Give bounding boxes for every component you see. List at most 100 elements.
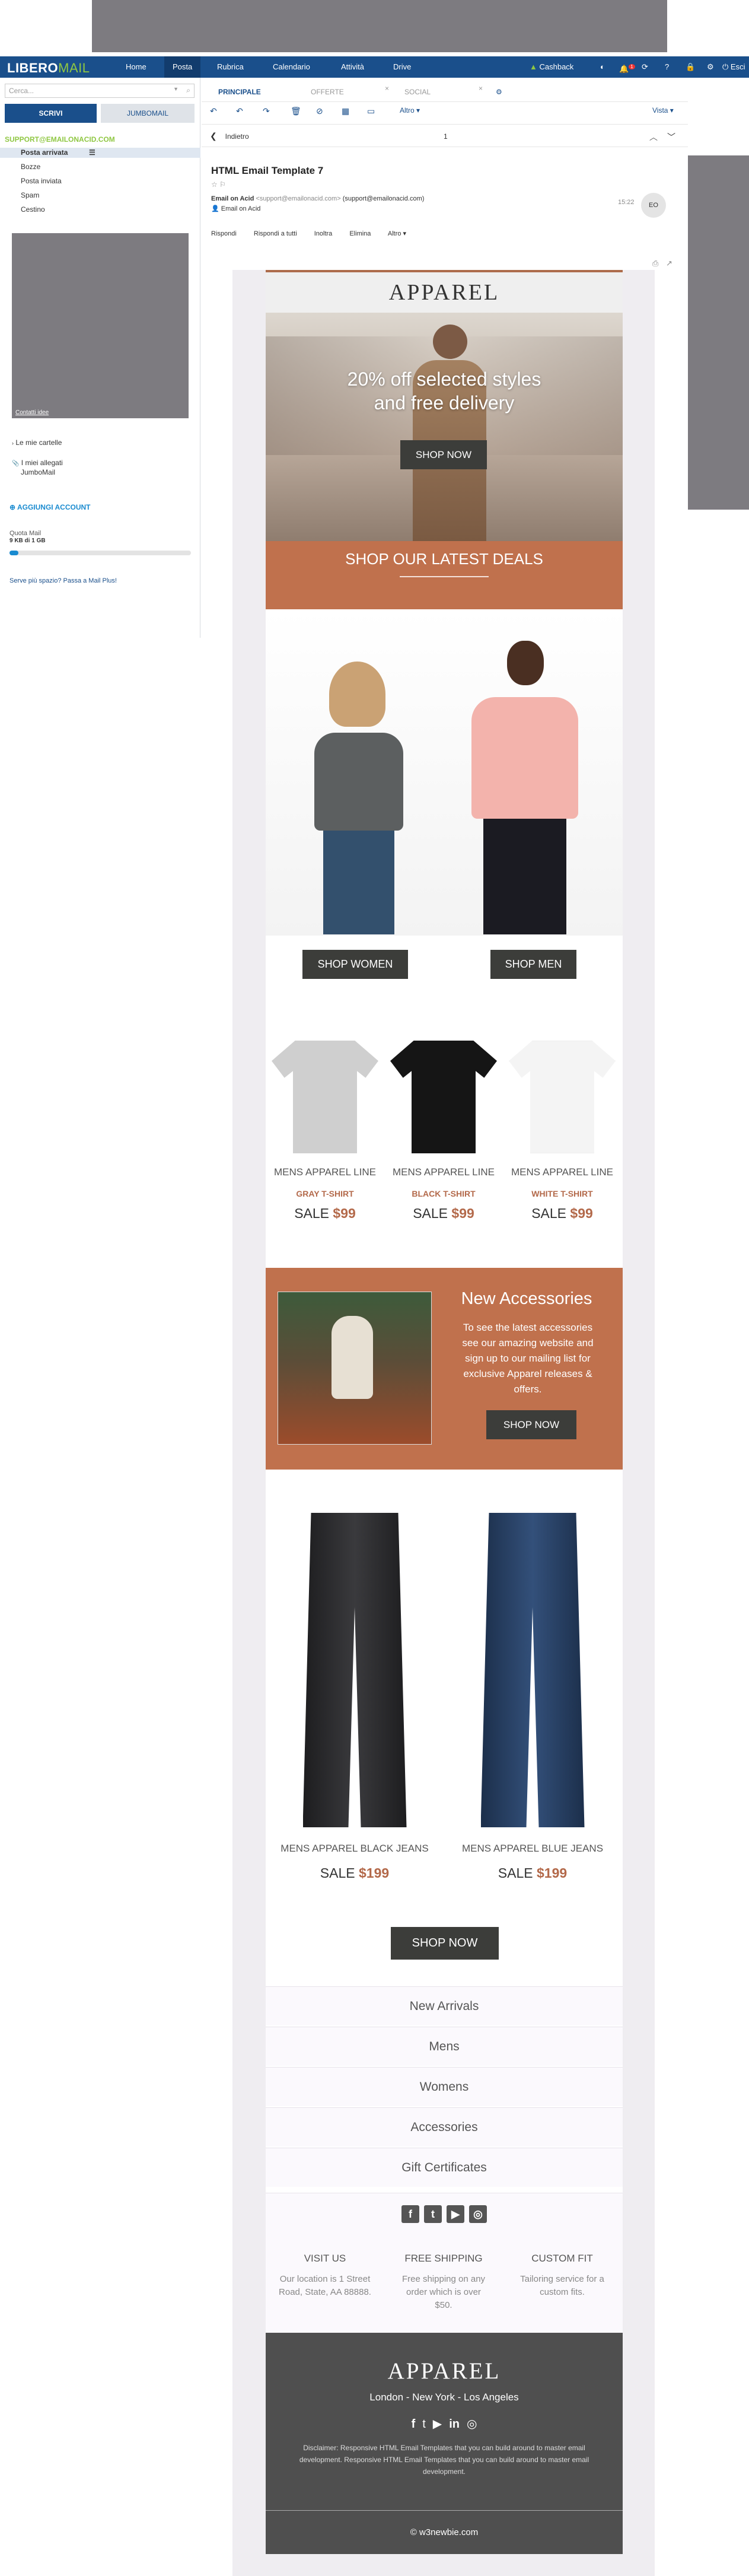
vista-menu[interactable]: Vista ▾ — [652, 106, 674, 115]
deals-banner[interactable]: SHOP OUR LATEST DEALS — [266, 541, 623, 609]
spam-icon[interactable]: ⊘ — [316, 106, 327, 117]
folder-trash[interactable]: Cestino — [0, 205, 200, 215]
instagram-icon[interactable]: ◎ — [467, 2418, 477, 2431]
altro-menu[interactable]: Altro ▾ — [400, 106, 420, 115]
product-card[interactable]: MENS APPAREL BLUE JEANS SALE $199 — [444, 1513, 621, 1881]
calendar-icon[interactable]: ▦ — [342, 106, 352, 117]
accessories-image[interactable] — [278, 1292, 432, 1445]
instagram-icon[interactable]: ◎ — [469, 2205, 487, 2223]
close-icon[interactable]: × — [479, 80, 483, 97]
bell-icon[interactable]: 🔔 1 — [619, 56, 635, 78]
lock-icon[interactable]: 🔒 — [686, 56, 695, 78]
linkedin-icon[interactable]: in — [449, 2418, 460, 2431]
jeans-cta-button[interactable]: SHOP NOW — [391, 1927, 499, 1960]
twitter-icon[interactable]: t — [422, 2418, 426, 2431]
folder-drafts[interactable]: Bozze — [0, 162, 200, 172]
compose-button[interactable]: SCRIVI — [5, 104, 97, 123]
nav-drive[interactable]: Drive — [393, 56, 411, 78]
chevron-down-icon[interactable]: ▼ — [173, 86, 179, 92]
trash-icon[interactable]: 🗑 — [291, 106, 301, 117]
folder-inbox[interactable]: Posta arrivata ☰ — [0, 148, 200, 158]
white-tshirt-image[interactable] — [509, 1041, 616, 1153]
product-line: MENS APPAREL LINE — [511, 1166, 613, 1178]
my-attachments[interactable]: 📎 I miei allegati — [0, 458, 200, 468]
account-label[interactable]: SUPPORT@EMAILONACID.COM — [5, 135, 115, 144]
sidebar-ad[interactable]: Contatti idee — [12, 233, 189, 418]
tab-social[interactable]: SOCIAL × — [396, 84, 485, 100]
product-card[interactable]: MENS APPAREL BLACK JEANS SALE $199 — [266, 1513, 444, 1881]
back-button[interactable]: ❮ Indietro — [210, 131, 249, 141]
youtube-icon[interactable]: ▶ — [447, 2205, 464, 2223]
close-icon[interactable]: × — [385, 80, 389, 97]
print-icon[interactable]: ⎙ — [652, 259, 658, 268]
folder-icon[interactable]: ▭ — [367, 106, 378, 117]
reply-icon[interactable]: ↶ — [210, 106, 221, 117]
black-tshirt-image[interactable] — [390, 1041, 497, 1153]
reply-link[interactable]: Rispondi — [211, 230, 237, 237]
product-card[interactable]: MENS APPAREL LINE GRAY T-SHIRT SALE $99 — [266, 1032, 384, 1222]
my-folders[interactable]: › Le mie cartelle — [0, 438, 200, 448]
model-head — [433, 325, 467, 359]
jumbomail-button[interactable]: JUMBOMAIL — [101, 104, 195, 123]
help-icon[interactable]: ? — [665, 56, 669, 78]
facebook-icon[interactable]: f — [412, 2418, 416, 2431]
reply-all-icon[interactable]: ↶ — [236, 106, 247, 117]
shop-men-button[interactable]: SHOP MEN — [490, 950, 576, 979]
twitter-icon[interactable]: t — [424, 2205, 442, 2223]
gray-tshirt-image[interactable] — [272, 1041, 378, 1153]
folder-sent[interactable]: Posta inviata — [0, 176, 200, 186]
man-model-image[interactable] — [468, 641, 581, 934]
product-name: BLACK T-SHIRT — [412, 1189, 476, 1198]
link-mens[interactable]: Mens — [266, 2027, 623, 2066]
search-icon[interactable]: ⌕ — [186, 86, 190, 95]
copyright-text[interactable]: © w3newbie.com — [266, 2511, 623, 2555]
star-icon[interactable]: ☆ ⚐ — [211, 180, 226, 189]
nav-home[interactable]: Home — [126, 56, 146, 78]
gear-icon[interactable]: ⚙ — [487, 84, 502, 100]
shop-women-button[interactable]: SHOP WOMEN — [302, 950, 408, 979]
product-card[interactable]: MENS APPAREL LINE BLACK T-SHIRT SALE $99 — [384, 1032, 503, 1222]
external-icon[interactable]: ↗ — [666, 259, 672, 268]
reply-all-link[interactable]: Rispondi a tutti — [254, 230, 297, 237]
delete-link[interactable]: Elimina — [349, 230, 371, 237]
menu-icon[interactable]: ☰ — [89, 148, 95, 158]
brand-logo[interactable]: APPAREL — [266, 272, 623, 313]
youtube-icon[interactable]: ▶ — [433, 2418, 442, 2431]
chevron-up-icon[interactable]: ︿ — [649, 131, 658, 143]
gear-icon[interactable]: ⚙ — [707, 56, 714, 78]
black-jeans-image[interactable] — [302, 1513, 407, 1827]
hero-image[interactable]: 20% off selected styles and free deliver… — [266, 313, 623, 541]
nav-attivita[interactable]: Attività — [341, 56, 364, 78]
link-womens[interactable]: Womens — [266, 2067, 623, 2106]
sender-name[interactable]: Email on Acid — [211, 195, 254, 202]
hero-cta-button[interactable]: SHOP NOW — [400, 440, 487, 469]
chevron-down-icon[interactable]: ﹀ — [667, 131, 675, 143]
add-account-link[interactable]: ⊕ AGGIUNGI ACCOUNT — [9, 503, 91, 511]
cashback-button[interactable]: ▲ Cashback — [530, 56, 573, 78]
search-input[interactable]: Cerca... ⌕ ▼ — [5, 84, 195, 98]
jumbomail-link[interactable]: JumboMail — [0, 468, 200, 478]
nav-calendario[interactable]: Calendario — [273, 56, 310, 78]
upgrade-link[interactable]: Serve più spazio? Passa a Mail Plus! — [9, 577, 117, 584]
tab-principale[interactable]: PRINCIPALE — [210, 84, 299, 100]
tab-offerte[interactable]: OFFERTE × — [302, 84, 391, 100]
folder-spam[interactable]: Spam — [0, 190, 200, 201]
nav-posta[interactable]: Posta — [164, 56, 201, 78]
product-card[interactable]: MENS APPAREL LINE WHITE T-SHIRT SALE $99 — [503, 1032, 621, 1222]
blue-jeans-image[interactable] — [480, 1513, 585, 1827]
nav-rubrica[interactable]: Rubrica — [217, 56, 244, 78]
link-new-arrivals[interactable]: New Arrivals — [266, 1986, 623, 2025]
more-link[interactable]: Altro ▾ — [388, 230, 406, 237]
forward-link[interactable]: Inoltra — [314, 230, 333, 237]
logout-button[interactable]: ⏻ Esci — [722, 56, 745, 78]
link-accessories[interactable]: Accessories — [266, 2107, 623, 2146]
libero-logo[interactable]: LIBEROMAIL — [7, 61, 90, 76]
woman-model-image[interactable] — [308, 662, 409, 934]
ad-label[interactable]: Contatti idee — [15, 409, 49, 416]
accessories-cta-button[interactable]: SHOP NOW — [486, 1410, 576, 1439]
theme-icon[interactable]: ◐ — [600, 56, 605, 78]
forward-icon[interactable]: ↷ — [263, 106, 273, 117]
refresh-icon[interactable]: ⟳ — [642, 56, 648, 78]
link-gift-certificates[interactable]: Gift Certificates — [266, 2148, 623, 2187]
facebook-icon[interactable]: f — [401, 2205, 419, 2223]
